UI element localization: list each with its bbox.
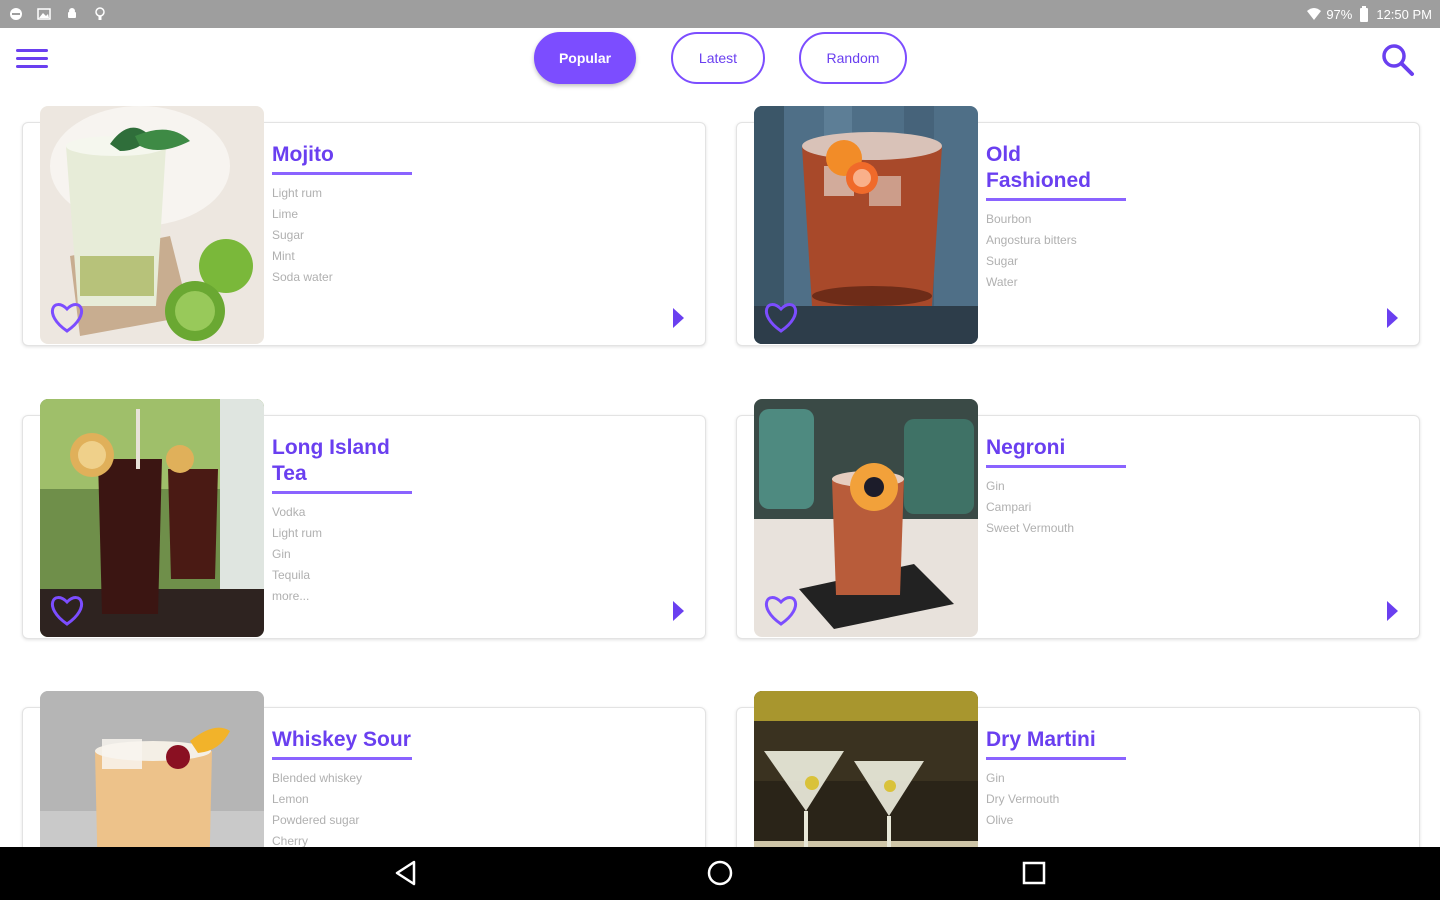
cocktail-name: Negroni [986, 436, 1066, 459]
cocktail-image-dry-martini [754, 691, 978, 847]
image-icon [36, 6, 52, 22]
ingredient-more: more... [272, 589, 310, 603]
app-bar: Popular Latest Random [0, 28, 1440, 90]
name-underline [986, 757, 1126, 760]
clock: 12:50 PM [1376, 6, 1432, 22]
status-notifications [8, 6, 108, 22]
ingredient: Blended whiskey [272, 771, 363, 785]
name-underline [272, 172, 412, 175]
ingredient: Light rum [272, 526, 323, 540]
ingredient: Cherry [272, 834, 309, 847]
ingredient: Sweet Vermouth [986, 521, 1075, 535]
open-details-arrow-icon[interactable] [1382, 599, 1402, 623]
battery-percent: 97% [1326, 6, 1353, 22]
do-not-disturb-icon [8, 6, 24, 22]
cocktail-image-mojito [40, 106, 264, 344]
cocktail-card-mojito[interactable]: Mojito Light rum Lime Sugar Mint Soda wa… [22, 106, 706, 346]
ingredient: Bourbon [986, 212, 1032, 226]
cocktail-info: Old Fashioned Bourbon Angostura bitters … [986, 142, 1366, 293]
ingredient: Lime [272, 207, 299, 221]
tab-latest[interactable]: Latest [671, 32, 765, 84]
ingredient: Gin [272, 547, 291, 561]
recents-square-icon [1022, 861, 1046, 885]
cocktail-card-dry-martini[interactable]: Dry Martini Gin Dry Vermouth Olive [736, 691, 1420, 847]
cocktail-name: Tea [272, 462, 307, 485]
cocktail-list: Mojito Light rum Lime Sugar Mint Soda wa… [0, 90, 1440, 847]
name-underline [272, 491, 412, 494]
ingredient: Gin [986, 479, 1005, 493]
ingredient: Mint [272, 249, 295, 263]
ingredient: Soda water [272, 270, 333, 284]
open-details-arrow-icon[interactable] [1382, 306, 1402, 330]
android-icon [64, 6, 80, 22]
lightbulb-icon [92, 6, 108, 22]
open-details-arrow-icon[interactable] [668, 599, 688, 623]
cocktail-name: Old [986, 143, 1021, 166]
favorite-heart-icon[interactable] [762, 593, 800, 627]
cocktail-card-long-island-tea[interactable]: Long Island Tea Vodka Light rum Gin Tequ… [22, 399, 706, 639]
open-details-arrow-icon[interactable] [668, 306, 688, 330]
name-underline [986, 465, 1126, 468]
cocktail-image-whiskey-sour [40, 691, 264, 847]
cocktail-card-whiskey-sour[interactable]: Whiskey Sour Blended whiskey Lemon Powde… [22, 691, 706, 847]
status-bar: 97% 12:50 PM [0, 0, 1440, 28]
cocktail-name: Whiskey Sour [272, 728, 411, 751]
ingredient: Angostura bitters [986, 233, 1077, 247]
search-button[interactable] [1376, 40, 1420, 80]
ingredient: Tequila [272, 568, 311, 582]
cocktail-image-negroni [754, 399, 978, 637]
cocktail-info: Dry Martini Gin Dry Vermouth Olive [986, 727, 1366, 831]
cocktail-name: Long Island [272, 436, 390, 459]
back-button[interactable] [386, 855, 426, 891]
navigation-bar [0, 847, 1440, 900]
cocktail-info: Long Island Tea Vodka Light rum Gin Tequ… [272, 435, 652, 607]
ingredient: Powdered sugar [272, 813, 360, 827]
favorite-heart-icon[interactable] [48, 593, 86, 627]
battery-icon [1356, 6, 1372, 22]
cocktail-info: Whiskey Sour Blended whiskey Lemon Powde… [272, 727, 652, 847]
ingredient: Olive [986, 813, 1014, 827]
back-triangle-icon [395, 860, 416, 886]
ingredient: Campari [986, 500, 1032, 514]
ingredient: Water [986, 275, 1018, 289]
ingredient: Sugar [272, 228, 305, 242]
cocktail-info: Mojito Light rum Lime Sugar Mint Soda wa… [272, 142, 652, 288]
cocktail-card-old-fashioned[interactable]: Old Fashioned Bourbon Angostura bitters … [736, 106, 1420, 346]
menu-button[interactable] [12, 42, 52, 76]
name-underline [272, 757, 412, 760]
home-button[interactable] [700, 855, 740, 891]
ingredient: Vodka [272, 505, 306, 519]
cocktail-name: Fashioned [986, 169, 1092, 192]
cocktail-name: Dry Martini [986, 728, 1096, 751]
cocktail-info: Negroni Gin Campari Sweet Vermouth [986, 435, 1366, 539]
home-circle-icon [707, 860, 733, 886]
ingredient: Lemon [272, 792, 309, 806]
favorite-heart-icon[interactable] [762, 300, 800, 334]
status-system: 97% 12:50 PM [1306, 6, 1432, 22]
tab-popular[interactable]: Popular [534, 32, 636, 84]
cocktail-card-negroni[interactable]: Negroni Gin Campari Sweet Vermouth [736, 399, 1420, 639]
tab-random[interactable]: Random [799, 32, 907, 84]
hamburger-menu-icon [16, 49, 48, 68]
recents-button[interactable] [1014, 855, 1054, 891]
favorite-heart-icon[interactable] [48, 300, 86, 334]
cocktail-image-long-island-tea [40, 399, 264, 637]
cocktail-name: Mojito [272, 143, 334, 166]
wifi-icon [1306, 6, 1322, 22]
search-icon [1382, 44, 1414, 76]
name-underline [986, 198, 1126, 201]
ingredient: Sugar [986, 254, 1019, 268]
cocktail-image-old-fashioned [754, 106, 978, 344]
ingredient: Dry Vermouth [986, 792, 1060, 806]
ingredient: Light rum [272, 186, 323, 200]
ingredient: Gin [986, 771, 1005, 785]
